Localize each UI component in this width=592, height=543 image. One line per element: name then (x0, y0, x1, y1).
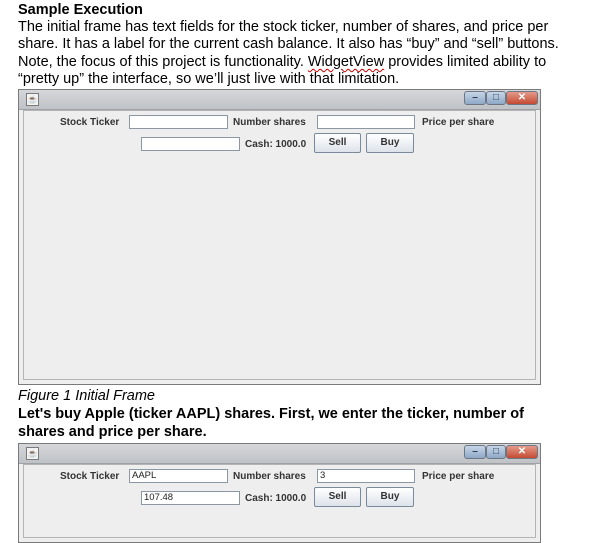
number-shares-input[interactable]: 3 (317, 469, 415, 483)
number-shares-label: Number shares (233, 471, 306, 482)
price-per-share-label: Price per share (422, 117, 495, 128)
intro-line-2: share. It has a label for the current ca… (18, 36, 559, 53)
intro-line-4: “pretty up” the interface, so we’ll just… (18, 71, 400, 88)
intro-line-3: Note, the focus of this project is funct… (18, 54, 590, 71)
maximize-button[interactable]: □ (486, 445, 506, 459)
close-button[interactable]: ✕ (506, 445, 538, 459)
buy-instructions: Let's buy Apple (ticker AAPL) shares. Fi… (18, 405, 590, 441)
buy-button[interactable]: Buy (366, 487, 414, 507)
buy-instructions-line-1: Let's buy Apple (ticker AAPL) shares. Fi… (18, 406, 524, 422)
filled-frame-window: ☕ – □ ✕ Stock Ticker AAPL Number shares … (18, 443, 541, 543)
section-heading: Sample Execution (18, 2, 143, 18)
intro-line-1: The initial frame has text fields for th… (18, 19, 549, 35)
stock-ticker-label: Stock Ticker (60, 117, 120, 128)
stock-ticker-input[interactable]: AAPL (129, 469, 228, 483)
window-titlebar: ☕ – □ ✕ (19, 444, 540, 464)
sell-button[interactable]: Sell (314, 133, 361, 153)
close-button[interactable]: ✕ (506, 91, 538, 105)
stock-ticker-label: Stock Ticker (60, 471, 120, 482)
stock-ticker-input[interactable] (129, 115, 228, 129)
price-input[interactable] (141, 137, 240, 151)
java-cup-icon: ☕ (26, 93, 39, 106)
cash-label: Cash: 1000.0 (245, 139, 307, 150)
price-per-share-label: Price per share (422, 471, 495, 482)
minimize-button[interactable]: – (464, 91, 486, 105)
buy-instructions-line-2: shares and price per share. (18, 424, 207, 440)
number-shares-input[interactable] (317, 115, 415, 129)
intro-line-3-end: provides limited ability to (384, 53, 547, 70)
document-body: Sample Execution The initial frame has t… (18, 2, 590, 89)
initial-frame-window: ☕ – □ ✕ Stock Ticker Number shares Price… (18, 89, 541, 385)
cash-label: Cash: 1000.0 (245, 493, 307, 504)
content-pane: Stock Ticker Number shares Price per sha… (23, 110, 536, 380)
figure-caption: Figure 1 Initial Frame (18, 388, 155, 404)
window-titlebar: ☕ – □ ✕ (19, 90, 540, 110)
maximize-button[interactable]: □ (486, 91, 506, 105)
minimize-button[interactable]: – (464, 445, 486, 459)
number-shares-label: Number shares (233, 117, 306, 128)
content-pane: Stock Ticker AAPL Number shares 3 Price … (23, 464, 536, 538)
java-cup-icon: ☕ (26, 447, 39, 460)
sell-button[interactable]: Sell (314, 487, 361, 507)
buy-button[interactable]: Buy (366, 133, 414, 153)
price-input[interactable]: 107.48 (141, 491, 240, 505)
intro-line-3-start: Note, the focus of this project is funct… (18, 53, 308, 70)
widgetview-term: WidgetView (307, 53, 385, 70)
